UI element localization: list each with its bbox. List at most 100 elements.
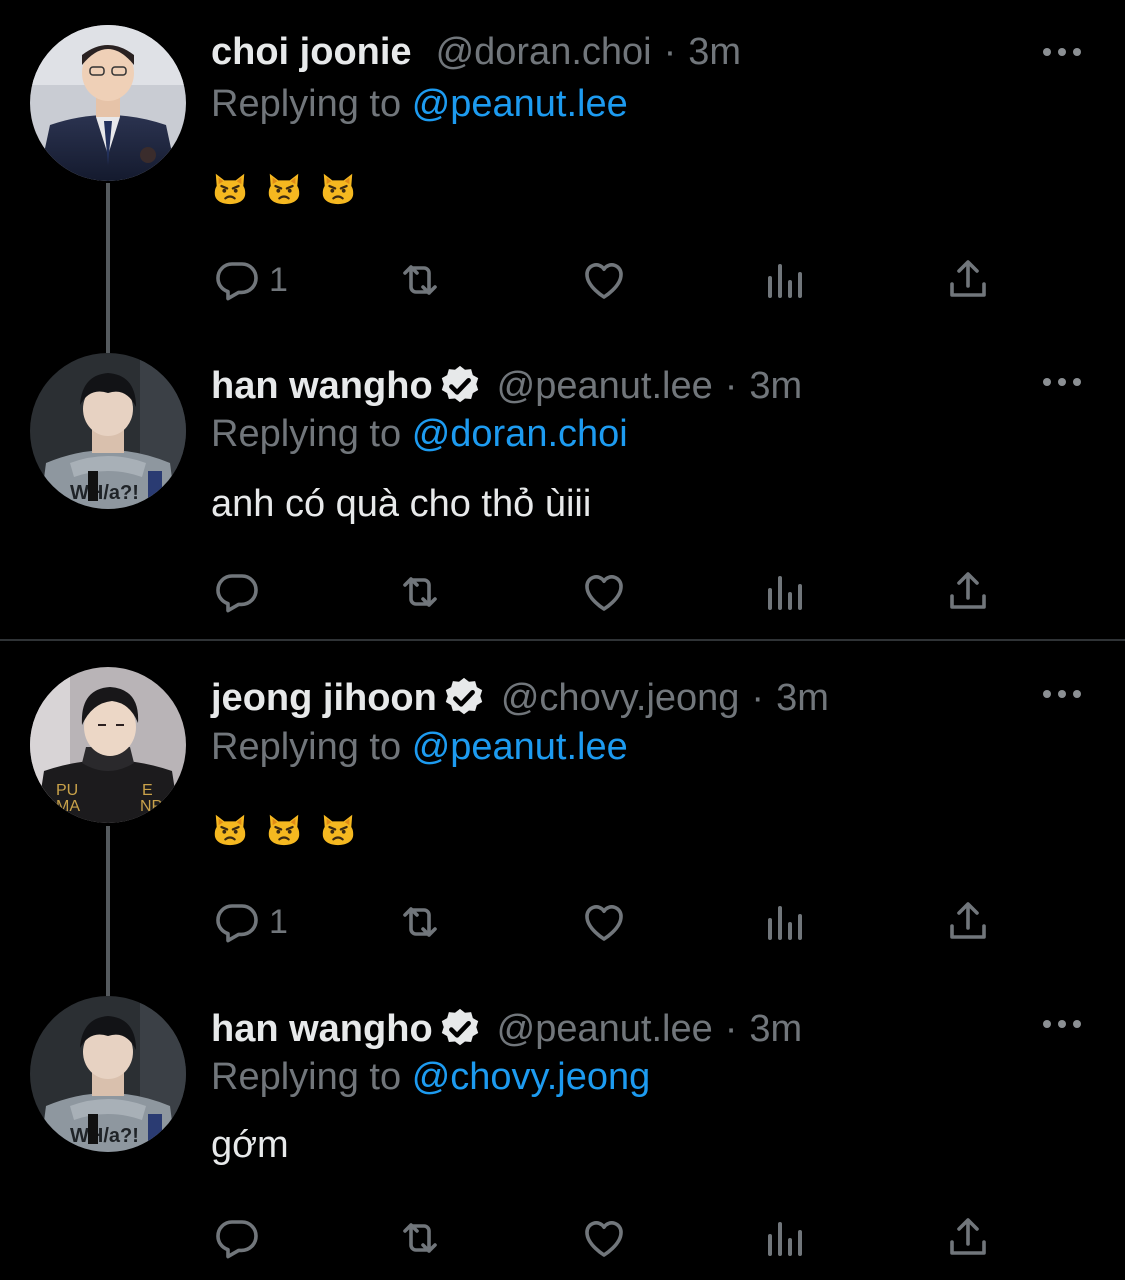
username[interactable]: @chovy.jeong (501, 676, 740, 720)
svg-text:WH/a?!: WH/a?! (70, 1125, 139, 1147)
timestamp[interactable]: 3m (688, 30, 741, 74)
mention-link[interactable]: @chovy.jeong (412, 1056, 651, 1098)
share-button[interactable] (944, 894, 992, 950)
more-icon[interactable] (1040, 684, 1084, 704)
reply-button[interactable]: 1 (213, 894, 288, 950)
share-icon (944, 1214, 992, 1262)
heart-icon (580, 256, 628, 304)
avatar[interactable]: WH/a?! (30, 353, 186, 509)
tweet-header: choi joonie @doran.choi · 3m (211, 30, 741, 74)
verified-badge-icon (441, 675, 487, 721)
retweet-button[interactable] (396, 564, 444, 620)
share-icon (944, 898, 992, 946)
pouting-cat-emoji (265, 809, 303, 847)
timestamp[interactable]: 3m (749, 1007, 802, 1051)
action-bar (0, 1210, 1125, 1266)
pouting-cat-emoji (211, 168, 249, 206)
like-button[interactable] (580, 252, 628, 308)
pouting-cat-emoji (319, 168, 357, 206)
heart-icon (580, 1214, 628, 1262)
analytics-icon (762, 1214, 810, 1262)
retweet-button[interactable] (396, 252, 444, 308)
timestamp[interactable]: 3m (749, 364, 802, 408)
tweet[interactable]: choi joonie @doran.choi · 3m Replying to… (0, 0, 1125, 353)
more-icon[interactable] (1040, 372, 1084, 392)
analytics-button[interactable] (762, 1210, 810, 1266)
display-name[interactable]: jeong jihoon (211, 676, 437, 720)
reply-button[interactable] (213, 564, 261, 620)
verified-badge-icon (437, 1006, 483, 1052)
retweet-button[interactable] (396, 1210, 444, 1266)
like-button[interactable] (580, 564, 628, 620)
username[interactable]: @peanut.lee (497, 364, 713, 408)
reply-count: 1 (269, 902, 288, 941)
more-icon[interactable] (1040, 42, 1084, 62)
more-icon[interactable] (1040, 1014, 1084, 1034)
username[interactable]: @doran.choi (436, 30, 652, 74)
separator: · (724, 1008, 738, 1050)
replying-to: Replying to @doran.choi (211, 412, 628, 456)
retweet-icon (396, 1214, 444, 1262)
tweet[interactable]: WH/a?! han wangho @peanut.lee · 3m Reply… (0, 340, 1125, 640)
share-button[interactable] (944, 1210, 992, 1266)
mention-link[interactable]: @doran.choi (412, 413, 628, 455)
retweet-icon (396, 568, 444, 616)
heart-icon (580, 898, 628, 946)
analytics-icon (762, 256, 810, 304)
avatar[interactable]: WH/a?! (30, 996, 186, 1152)
reply-icon (213, 898, 261, 946)
display-name[interactable]: han wangho (211, 364, 433, 408)
analytics-button[interactable] (762, 894, 810, 950)
replying-prefix: Replying to (211, 83, 402, 125)
reply-button[interactable]: 1 (213, 252, 288, 308)
tweet-header: han wangho @peanut.lee · 3m (211, 1006, 802, 1052)
analytics-icon (762, 898, 810, 946)
replying-prefix: Replying to (211, 726, 402, 768)
share-button[interactable] (944, 252, 992, 308)
tweet-emojis (211, 809, 357, 847)
reply-icon (213, 256, 261, 304)
retweet-icon (396, 256, 444, 304)
avatar[interactable] (30, 25, 186, 181)
share-icon (944, 568, 992, 616)
separator: · (724, 365, 738, 407)
tweet-text: anh có quà cho thỏ ùiii (211, 483, 592, 525)
action-bar: 1 (0, 894, 1125, 950)
verified-badge-icon (437, 363, 483, 409)
tweet[interactable]: PU MA E NP jeong jihoon @chovy.jeong · 3… (0, 641, 1125, 996)
svg-text:WH/a?!: WH/a?! (70, 482, 139, 504)
tweet-text: gớm (211, 1124, 289, 1166)
share-button[interactable] (944, 564, 992, 620)
like-button[interactable] (580, 1210, 628, 1266)
timestamp[interactable]: 3m (776, 676, 829, 720)
analytics-button[interactable] (762, 564, 810, 620)
retweet-icon (396, 898, 444, 946)
svg-text:PU: PU (56, 782, 78, 799)
separator: · (751, 677, 765, 719)
mention-link[interactable]: @peanut.lee (412, 83, 628, 125)
pouting-cat-emoji (319, 809, 357, 847)
svg-text:NP: NP (140, 798, 162, 815)
action-bar (0, 564, 1125, 620)
svg-text:E: E (142, 782, 153, 799)
mention-link[interactable]: @peanut.lee (412, 726, 628, 768)
retweet-button[interactable] (396, 894, 444, 950)
tweet-header: jeong jihoon @chovy.jeong · 3m (211, 675, 829, 721)
reply-button[interactable] (213, 1210, 261, 1266)
share-icon (944, 256, 992, 304)
replying-to: Replying to @chovy.jeong (211, 1055, 650, 1099)
separator: · (663, 31, 677, 73)
svg-text:MA: MA (56, 798, 80, 815)
analytics-button[interactable] (762, 252, 810, 308)
avatar[interactable]: PU MA E NP (30, 667, 186, 823)
reply-count: 1 (269, 260, 288, 299)
pouting-cat-emoji (265, 168, 303, 206)
display-name[interactable]: choi joonie (211, 30, 412, 74)
display-name[interactable]: han wangho (211, 1007, 433, 1051)
username[interactable]: @peanut.lee (497, 1007, 713, 1051)
heart-icon (580, 568, 628, 616)
action-bar: 1 (0, 252, 1125, 308)
analytics-icon (762, 568, 810, 616)
tweet[interactable]: WH/a?! han wangho @peanut.lee · 3m Reply… (0, 981, 1125, 1280)
like-button[interactable] (580, 894, 628, 950)
